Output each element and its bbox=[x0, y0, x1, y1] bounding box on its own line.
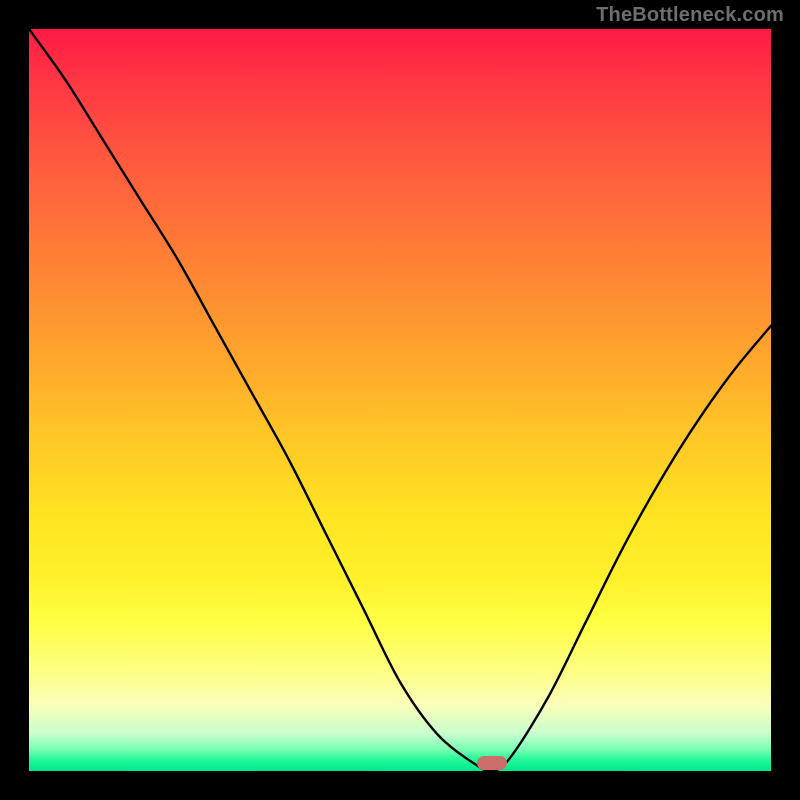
watermark-text: TheBottleneck.com bbox=[596, 4, 784, 27]
optimal-point-marker bbox=[477, 756, 507, 770]
bottleneck-curve bbox=[29, 29, 771, 771]
plot-area bbox=[29, 29, 771, 771]
chart-frame: TheBottleneck.com bbox=[0, 0, 800, 800]
